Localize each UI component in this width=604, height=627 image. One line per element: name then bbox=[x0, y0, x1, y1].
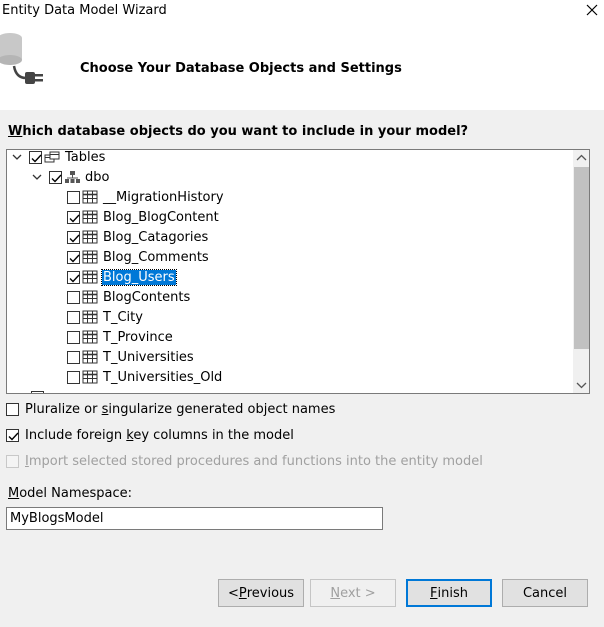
schema-icon bbox=[65, 171, 80, 183]
table-checkbox[interactable] bbox=[67, 370, 80, 384]
table-label: Blog_Users bbox=[101, 268, 177, 286]
table-label: Blog_Catagories bbox=[103, 229, 209, 245]
table-icon bbox=[82, 190, 98, 204]
table-item[interactable]: T_Universities_Old bbox=[67, 367, 223, 387]
table-item[interactable]: Blog_BlogContent bbox=[67, 207, 220, 227]
table-checkbox[interactable] bbox=[67, 250, 80, 264]
tree-node-label: Tables bbox=[65, 149, 106, 165]
table-item[interactable]: T_Province bbox=[67, 327, 174, 347]
database-connect-icon bbox=[0, 33, 43, 84]
objects-question-label: Which database objects do you want to in… bbox=[8, 124, 469, 139]
tree-node-label: dbo bbox=[85, 169, 110, 185]
model-namespace-label: Model Namespace: bbox=[8, 486, 133, 501]
previous-button[interactable]: < Previous bbox=[218, 579, 304, 607]
tree-node-tables[interactable]: Tables bbox=[11, 149, 106, 167]
scroll-up-icon[interactable] bbox=[573, 150, 590, 167]
table-label: T_Universities_Old bbox=[103, 369, 223, 385]
pluralize-checkbox[interactable] bbox=[6, 403, 19, 416]
close-icon bbox=[586, 4, 598, 16]
table-checkbox[interactable] bbox=[67, 270, 80, 284]
foreign-keys-checkbox[interactable] bbox=[6, 429, 19, 442]
table-icon bbox=[82, 350, 98, 364]
foreign-keys-option[interactable]: Include foreign key columns in the model bbox=[6, 428, 294, 443]
table-icon bbox=[82, 250, 98, 264]
tables-checkbox[interactable] bbox=[29, 150, 42, 164]
finish-button[interactable]: Finish bbox=[406, 579, 492, 607]
table-checkbox[interactable] bbox=[67, 230, 80, 244]
cancel-button[interactable]: Cancel bbox=[502, 579, 588, 607]
table-icon bbox=[82, 210, 98, 224]
table-label: BlogContents bbox=[103, 289, 191, 305]
table-item-selected[interactable]: Blog_Users bbox=[67, 267, 177, 287]
database-objects-tree[interactable]: Tables dbo __MigrationHistory Blog_BlogC… bbox=[6, 149, 590, 394]
window-title: Entity Data Model Wizard bbox=[2, 3, 167, 18]
table-icon bbox=[82, 310, 98, 324]
table-icon bbox=[82, 290, 98, 304]
wizard-content: Which database objects do you want to in… bbox=[0, 110, 604, 627]
title-bar: Entity Data Model Wizard bbox=[0, 0, 604, 24]
table-label: Blog_BlogContent bbox=[103, 209, 219, 225]
stored-procs-label: Import selected stored procedures and fu… bbox=[25, 454, 483, 469]
table-label: __MigrationHistory bbox=[103, 189, 224, 205]
table-item[interactable]: BlogContents bbox=[67, 287, 191, 307]
table-icon bbox=[82, 230, 98, 244]
table-checkbox[interactable] bbox=[67, 350, 80, 364]
table-label: T_City bbox=[103, 309, 143, 325]
wizard-header: Choose Your Database Objects and Setting… bbox=[0, 24, 604, 110]
tree-node-dbo[interactable]: dbo bbox=[31, 167, 110, 187]
table-icon bbox=[82, 330, 98, 344]
scroll-down-icon[interactable] bbox=[573, 376, 590, 393]
model-namespace-input[interactable] bbox=[6, 507, 383, 530]
chevron-down-icon[interactable] bbox=[31, 171, 43, 183]
chevron-down-icon[interactable] bbox=[11, 151, 23, 163]
stored-procs-checkbox bbox=[6, 455, 19, 468]
table-item[interactable]: T_City bbox=[67, 307, 144, 327]
table-checkbox[interactable] bbox=[67, 210, 80, 224]
table-checkbox[interactable] bbox=[67, 190, 80, 204]
table-icon bbox=[82, 270, 98, 284]
pluralize-label: Pluralize or singularize generated objec… bbox=[25, 402, 336, 417]
views-checkbox[interactable] bbox=[31, 390, 44, 393]
table-item[interactable]: Blog_Catagories bbox=[67, 227, 209, 247]
pluralize-option[interactable]: Pluralize or singularize generated objec… bbox=[6, 402, 335, 417]
table-item[interactable]: Blog_Comments bbox=[67, 247, 210, 267]
table-checkbox[interactable] bbox=[67, 290, 80, 304]
next-button: Next > bbox=[310, 579, 396, 607]
stored-procs-option: Import selected stored procedures and fu… bbox=[6, 454, 483, 469]
table-icon bbox=[82, 370, 98, 384]
close-button[interactable] bbox=[580, 0, 604, 22]
table-item[interactable]: __MigrationHistory bbox=[67, 187, 225, 207]
table-checkbox[interactable] bbox=[67, 310, 80, 324]
page-title: Choose Your Database Objects and Setting… bbox=[80, 61, 402, 76]
table-checkbox[interactable] bbox=[67, 330, 80, 344]
table-label: T_Province bbox=[103, 329, 173, 345]
tables-folder-icon bbox=[44, 151, 60, 163]
dbo-checkbox[interactable] bbox=[49, 170, 62, 184]
table-item[interactable]: T_Universities bbox=[67, 347, 195, 367]
table-label: Blog_Comments bbox=[103, 249, 209, 265]
tree-node-clipped[interactable] bbox=[31, 387, 46, 393]
table-label: T_Universities bbox=[103, 349, 194, 365]
tree-scrollbar[interactable] bbox=[573, 150, 590, 393]
foreign-keys-label: Include foreign key columns in the model bbox=[25, 428, 294, 443]
scrollbar-thumb[interactable] bbox=[574, 167, 589, 349]
